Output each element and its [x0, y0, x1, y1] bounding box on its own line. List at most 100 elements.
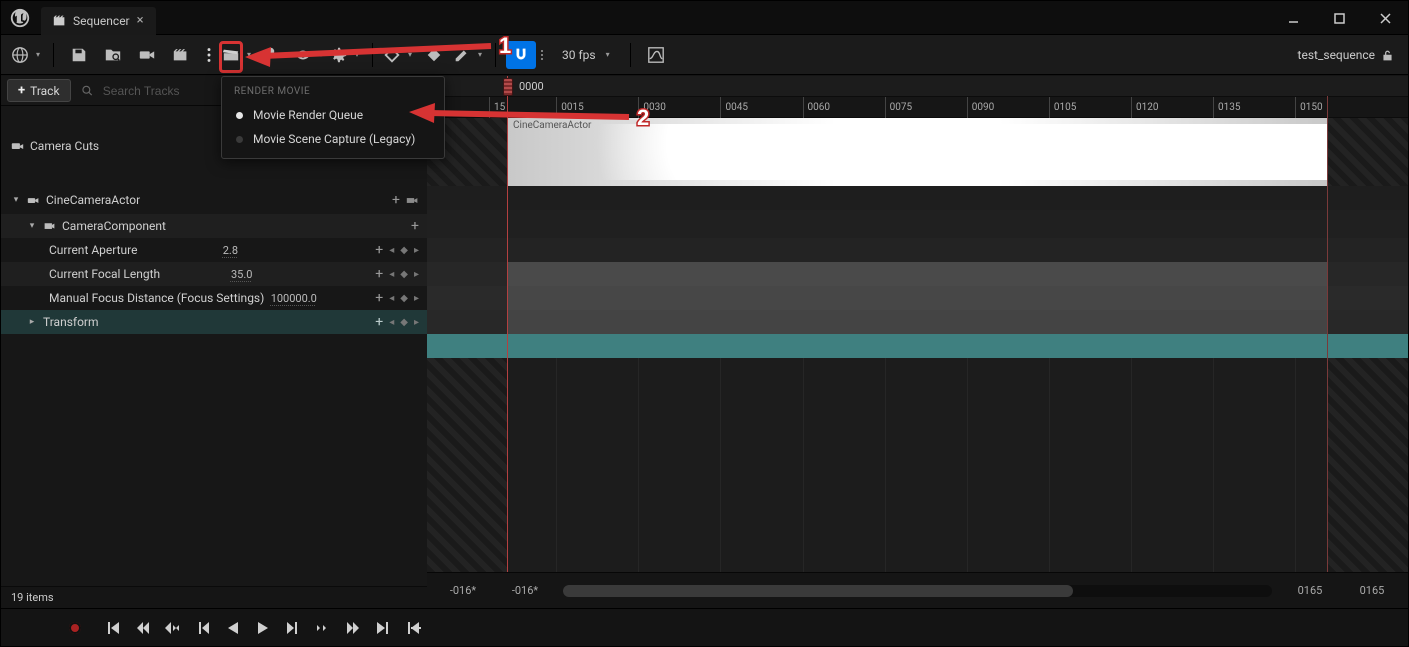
key-icon[interactable]: ◆	[400, 245, 408, 256]
cine-camera-actor-track[interactable]: ▾ CineCameraActor +	[1, 186, 427, 214]
add-key-button[interactable]: +	[375, 290, 383, 306]
next-key-icon[interactable]: ▸	[414, 245, 419, 256]
add-key-button[interactable]: +	[411, 218, 419, 234]
goto-start-button[interactable]	[103, 618, 123, 638]
scrollbar-thumb[interactable]	[563, 585, 1073, 597]
next-key-icon[interactable]: ▸	[414, 269, 419, 280]
aperture-value[interactable]: 2.8	[223, 244, 238, 257]
next-key-button[interactable]	[313, 618, 333, 638]
goto-end-button[interactable]	[373, 618, 393, 638]
playhead[interactable]	[507, 76, 508, 572]
expand-icon[interactable]: ▾	[27, 221, 37, 231]
lane-camera-cuts[interactable]	[427, 186, 1408, 210]
play-reverse-button[interactable]	[223, 618, 243, 638]
find-in-content-icon	[104, 46, 122, 64]
movie-scene-capture-item[interactable]: Movie Scene Capture (Legacy)	[222, 127, 444, 151]
add-key-button[interactable]: +	[375, 266, 383, 282]
current-focal-length-track[interactable]: Current Focal Length 35.0 +◂◆▸	[1, 262, 427, 286]
fps-dropdown[interactable]: 30 fps	[552, 41, 620, 69]
step-back-button[interactable]	[133, 618, 153, 638]
world-dropdown[interactable]	[11, 40, 43, 70]
expand-icon[interactable]: ▾	[11, 195, 21, 205]
close-button[interactable]	[1362, 1, 1408, 35]
prev-key-icon[interactable]: ◂	[389, 317, 394, 328]
track-label: CineCameraActor	[46, 193, 140, 207]
expand-icon[interactable]: ▸	[27, 317, 37, 327]
sequencer-tab[interactable]: Sequencer ×	[41, 7, 156, 35]
camera-icon[interactable]	[406, 194, 419, 207]
view-dropdown[interactable]	[258, 40, 290, 70]
playhead-grip-icon[interactable]	[503, 78, 513, 96]
snap-options-button[interactable]	[536, 41, 548, 69]
next-key-icon[interactable]: ▸	[414, 293, 419, 304]
browse-button[interactable]	[98, 40, 128, 70]
current-aperture-track[interactable]: Current Aperture 2.8 +◂◆▸	[1, 238, 427, 262]
lane-cinecamera[interactable]	[427, 210, 1408, 238]
sequence-name[interactable]: test_sequence	[1298, 48, 1375, 62]
lock-open-icon[interactable]	[1381, 49, 1394, 62]
key-icon[interactable]: ◆	[400, 317, 408, 328]
add-track-button[interactable]: + Track	[7, 79, 71, 102]
timeline-scrollbar[interactable]	[563, 585, 1272, 597]
transport-bar	[1, 608, 1408, 646]
render-movie-options-button[interactable]	[200, 40, 218, 70]
frame-forward-button[interactable]	[283, 618, 303, 638]
view-end-field[interactable]: 0165	[1286, 584, 1334, 597]
next-key-icon[interactable]: ▸	[414, 317, 419, 328]
lane-camera-component[interactable]	[427, 238, 1408, 262]
key-icon[interactable]: ◆	[400, 269, 408, 280]
frame-back-button[interactable]	[193, 618, 213, 638]
key-icon[interactable]: ◆	[400, 293, 408, 304]
add-key-button[interactable]: +	[375, 242, 383, 258]
actions-dropdown[interactable]	[222, 40, 254, 70]
track-label: Camera Cuts	[30, 139, 99, 153]
prev-key-icon[interactable]: ◂	[389, 245, 394, 256]
transform-track[interactable]: ▸ Transform +◂◆▸	[1, 310, 427, 334]
render-movie-button[interactable]	[166, 40, 196, 70]
lane-focus[interactable]	[427, 310, 1408, 334]
curve-editor-button[interactable]	[641, 40, 671, 70]
camera-cuts-thumbnails[interactable]: CineCameraActor	[507, 118, 1328, 186]
range-end-marker[interactable]	[1327, 96, 1328, 572]
settings-dropdown[interactable]	[330, 40, 362, 70]
prev-key-icon[interactable]: ◂	[389, 293, 394, 304]
movie-render-queue-item[interactable]: Movie Render Queue	[222, 103, 444, 127]
prev-key-icon[interactable]: ◂	[389, 269, 394, 280]
visibility-dropdown[interactable]	[294, 40, 326, 70]
autokey-button[interactable]	[419, 40, 449, 70]
fps-label: 30 fps	[562, 48, 596, 62]
play-button[interactable]	[253, 618, 273, 638]
key-mode-dropdown[interactable]	[383, 40, 415, 70]
timeline-panel[interactable]: 0000 15001500300045006000750090010501200…	[427, 76, 1408, 608]
title-bar: Sequencer ×	[1, 1, 1408, 35]
focal-value[interactable]: 35.0	[231, 268, 252, 281]
lane-transform[interactable]	[427, 334, 1408, 358]
current-frame-label: 0000	[519, 80, 544, 93]
range-in-field[interactable]: -016*	[439, 584, 487, 597]
minimize-button[interactable]	[1270, 1, 1316, 35]
lane-focal[interactable]	[427, 286, 1408, 310]
camera-component-track[interactable]: ▾ CameraComponent +	[1, 214, 427, 238]
focus-distance-track[interactable]: Manual Focus Distance (Focus Settings) 1…	[1, 286, 427, 310]
curve-dropdown[interactable]	[453, 40, 485, 70]
view-start-field[interactable]: -016*	[501, 584, 549, 597]
record-button[interactable]	[61, 614, 89, 642]
focus-value[interactable]: 100000.0	[271, 292, 317, 305]
save-button[interactable]	[64, 40, 94, 70]
close-tab-icon[interactable]: ×	[137, 13, 144, 28]
add-key-button[interactable]: +	[392, 192, 400, 208]
camera-icon	[138, 46, 156, 64]
step-forward-button[interactable]	[343, 618, 363, 638]
prev-key-button[interactable]	[163, 618, 183, 638]
camera-button[interactable]	[132, 40, 162, 70]
separator	[53, 43, 54, 67]
range-out-field[interactable]: 0165	[1348, 584, 1396, 597]
clapper-director-icon	[222, 46, 240, 64]
maximize-button[interactable]	[1316, 1, 1362, 35]
add-key-button[interactable]: +	[375, 314, 383, 330]
separator	[372, 43, 373, 67]
lane-aperture[interactable]	[427, 262, 1408, 286]
timeline-ruler[interactable]: 1500150030004500600075009001050120013501…	[427, 96, 1408, 118]
snap-toggle-button[interactable]	[506, 41, 536, 69]
loop-button[interactable]	[403, 618, 423, 638]
